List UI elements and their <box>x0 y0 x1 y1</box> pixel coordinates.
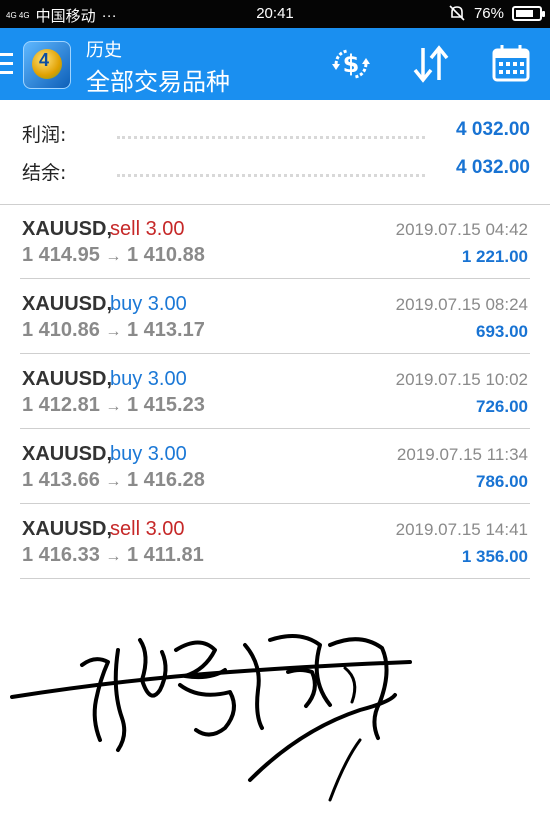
trade-profit: 693.00 <box>476 322 528 341</box>
battery-percent: 76% <box>473 4 504 22</box>
trade-side: sell 3.00 <box>110 218 185 240</box>
trade-side: sell 3.00 <box>110 518 185 540</box>
trade-time: 2019.07.15 10:02 <box>395 370 528 389</box>
arrow-icon: → <box>105 473 122 490</box>
open-price: 1 410.86 <box>22 319 100 341</box>
trade-profit: 786.00 <box>476 472 528 491</box>
trade-prices: 1 412.81 → 1 415.23 <box>22 394 205 417</box>
trade-row[interactable]: XAUUSD, sell 3.00 1 416.33 → 1 411.81 2019.… <box>0 505 550 579</box>
page-subtitle[interactable]: 历史 <box>86 36 122 62</box>
mute-bell-icon <box>449 5 465 21</box>
arrow-icon: → <box>105 398 122 415</box>
trade-row[interactable]: XAUUSD, buy 3.00 1 413.66 → 1 416.28 2019.0… <box>0 430 550 504</box>
summary-balance: 结余: 4 032.00 <box>22 154 530 190</box>
row-divider <box>20 353 530 354</box>
dotted-leader <box>117 136 425 139</box>
close-price: 1 411.81 <box>126 544 204 566</box>
trade-prices: 1 410.86 → 1 413.17 <box>22 319 205 342</box>
close-price: 1 415.23 <box>126 394 205 416</box>
trade-symbol: XAUUSD, <box>22 368 113 390</box>
app-bar: 4 历史 全部交易品种 $ <box>0 28 550 100</box>
profit-value: 4 032.00 <box>456 119 530 140</box>
trade-row[interactable]: XAUUSD, sell 3.00 1 414.95 → 1 410.88 2019.… <box>0 205 550 279</box>
close-price: 1 410.88 <box>126 244 205 266</box>
trade-row[interactable]: XAUUSD, buy 3.00 1 412.81 → 1 415.23 2019.0… <box>0 355 550 429</box>
row-divider <box>20 578 530 579</box>
arrow-icon: → <box>105 248 122 265</box>
sort-arrows-icon[interactable] <box>409 42 453 86</box>
arrow-icon: → <box>105 548 122 565</box>
trade-symbol: XAUUSD, <box>22 293 113 315</box>
page-title[interactable]: 全部交易品种 <box>86 62 230 97</box>
trade-prices: 1 416.33 → 1 411.81 <box>22 544 204 567</box>
battery-icon <box>512 5 545 21</box>
metatrader4-logo: 4 <box>23 41 71 89</box>
close-price: 1 413.17 <box>126 319 205 341</box>
trade-side: buy 3.00 <box>110 368 187 390</box>
trade-side: buy 3.00 <box>110 443 187 465</box>
dotted-leader <box>117 174 425 177</box>
trade-symbol: XAUUSD, <box>22 518 113 540</box>
trade-profit: 726.00 <box>476 397 528 416</box>
trade-symbol: XAUUSD, <box>22 443 113 465</box>
svg-text:$: $ <box>343 50 360 78</box>
profit-label: 利润: <box>22 124 67 146</box>
balance-label: 结余: <box>22 162 67 184</box>
row-divider <box>20 428 530 429</box>
arrow-icon: → <box>105 323 122 340</box>
row-divider <box>20 503 530 504</box>
trade-prices: 1 413.66 → 1 416.28 <box>22 469 205 492</box>
open-price: 1 416.33 <box>22 544 100 566</box>
calendar-icon[interactable] <box>489 42 533 86</box>
trade-row[interactable]: XAUUSD, buy 3.00 1 410.86 → 1 413.17 2019.0… <box>0 280 550 354</box>
status-bar: 4G 4G 中国移动 ··· 20:41 76% <box>0 0 550 28</box>
trade-symbol: XAUUSD, <box>22 218 113 240</box>
trade-time: 2019.07.15 14:41 <box>395 520 528 539</box>
row-divider <box>20 278 530 279</box>
trade-time: 2019.07.15 11:34 <box>396 445 528 464</box>
close-price: 1 416.28 <box>126 469 205 491</box>
trade-time: 2019.07.15 08:24 <box>395 295 528 314</box>
open-price: 1 414.95 <box>22 244 100 266</box>
trade-profit: 1 356.00 <box>461 547 528 566</box>
trade-side: buy 3.00 <box>110 293 187 315</box>
trade-time: 2019.07.15 04:42 <box>395 220 528 239</box>
open-price: 1 412.81 <box>22 394 100 416</box>
trade-prices: 1 414.95 → 1 410.88 <box>22 244 205 267</box>
handwritten-signature <box>10 634 412 802</box>
hamburger-icon[interactable] <box>0 53 13 80</box>
open-price: 1 413.66 <box>22 469 100 491</box>
currency-exchange-icon[interactable]: $ <box>329 42 373 86</box>
balance-value: 4 032.00 <box>456 157 530 178</box>
summary-profit: 利润: 4 032.00 <box>22 116 530 152</box>
trade-profit: 1 221.00 <box>461 247 528 266</box>
